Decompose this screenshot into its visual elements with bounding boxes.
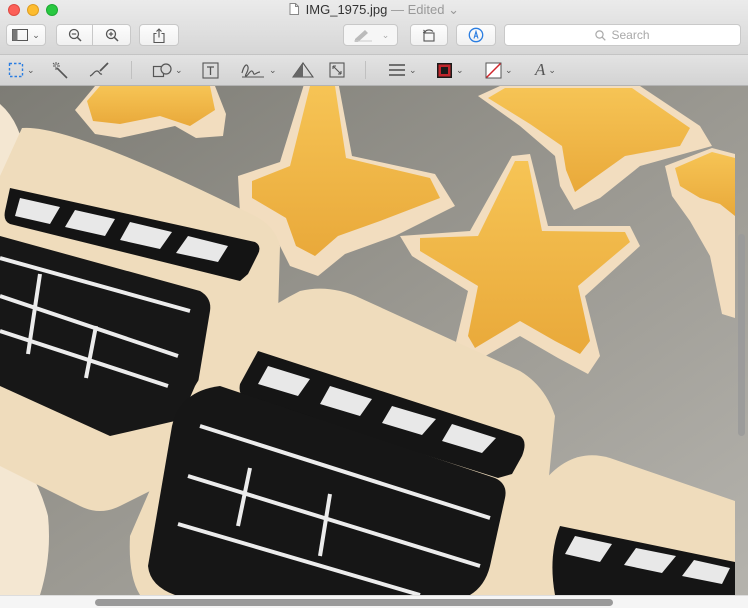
chevron-down-icon: ⌄ xyxy=(456,64,464,75)
markup-toolbar-button[interactable] xyxy=(456,24,496,46)
signature-icon xyxy=(241,64,264,78)
adjust-color-icon xyxy=(292,62,314,78)
pen-icon xyxy=(353,30,372,42)
adjust-size-tool[interactable] xyxy=(328,58,346,82)
rotate-button[interactable] xyxy=(410,24,448,46)
toolbar-divider xyxy=(365,61,366,79)
preview-window: IMG_1975.jpg — Edited ⌄ ⌄ ⌄ Search ⌄ ⌄ ⌄… xyxy=(0,0,748,608)
sketch-tool[interactable] xyxy=(88,58,110,82)
markup-toolbar: ⌄ ⌄ ⌄ ⌄ ⌄ ⌄ A ⌄ xyxy=(0,54,748,86)
vertical-scrollbar[interactable] xyxy=(738,234,745,436)
selection-tool[interactable]: ⌄ xyxy=(8,58,35,82)
chevron-down-icon: ⌄ xyxy=(175,64,183,75)
sidebar-icon xyxy=(12,29,29,41)
search-icon xyxy=(595,29,607,41)
edited-status: — Edited xyxy=(390,2,445,17)
adjust-size-icon xyxy=(329,62,345,78)
document-icon xyxy=(289,3,300,15)
share-icon xyxy=(153,27,165,43)
pen-tools-button[interactable]: ⌄ xyxy=(343,24,398,46)
chevron-down-icon: ⌄ xyxy=(381,29,390,40)
instant-alpha-icon xyxy=(52,62,68,79)
fill-color-tool[interactable]: ⌄ xyxy=(485,58,513,82)
sidebar-view-button[interactable]: ⌄ xyxy=(6,24,46,46)
chevron-down-icon: ⌄ xyxy=(27,64,35,75)
markup-icon xyxy=(468,27,484,43)
zoom-in-button[interactable] xyxy=(92,24,131,46)
shapes-tool[interactable]: ⌄ xyxy=(152,58,183,82)
shape-style-tool[interactable]: ⌄ xyxy=(388,58,417,82)
instant-alpha-tool[interactable] xyxy=(52,58,70,82)
text-tool[interactable] xyxy=(202,58,219,82)
border-color-tool[interactable]: ⌄ xyxy=(436,58,464,82)
zoom-in-icon xyxy=(105,28,119,42)
zoom-out-button[interactable] xyxy=(56,24,93,46)
chevron-down-icon: ⌄ xyxy=(32,29,40,40)
chevron-down-icon: ⌄ xyxy=(505,64,513,75)
title-bar: IMG_1975.jpg — Edited ⌄ ⌄ ⌄ Search xyxy=(0,0,748,54)
search-field[interactable]: Search xyxy=(504,24,741,46)
title-chevron-icon: ⌄ xyxy=(448,2,459,17)
cookies-photo xyxy=(0,86,748,595)
text-style-tool[interactable]: A ⌄ xyxy=(535,58,556,82)
share-button[interactable] xyxy=(139,24,179,46)
toolbar-divider xyxy=(131,61,132,79)
chevron-down-icon: ⌄ xyxy=(409,64,417,75)
border-color-icon xyxy=(437,62,452,78)
text-style-icon: A xyxy=(535,60,546,79)
zoom-out-icon xyxy=(68,28,82,42)
image-canvas[interactable] xyxy=(0,86,748,595)
sketch-icon xyxy=(89,62,109,77)
filename: IMG_1975.jpg xyxy=(305,2,388,17)
horizontal-scrollbar[interactable] xyxy=(95,599,613,606)
signature-tool[interactable]: ⌄ xyxy=(240,58,277,82)
rotate-icon xyxy=(422,29,435,42)
text-icon xyxy=(202,61,219,79)
adjust-color-tool[interactable] xyxy=(292,58,314,82)
window-title[interactable]: IMG_1975.jpg — Edited ⌄ xyxy=(0,2,748,18)
chevron-down-icon: ⌄ xyxy=(548,64,556,75)
chevron-down-icon: ⌄ xyxy=(269,64,277,75)
horizontal-scrollbar-track xyxy=(0,595,748,608)
selection-icon xyxy=(8,62,24,78)
shape-style-icon xyxy=(389,64,405,76)
search-placeholder: Search xyxy=(611,28,650,42)
shapes-icon xyxy=(152,63,172,78)
fill-color-icon xyxy=(485,62,502,78)
